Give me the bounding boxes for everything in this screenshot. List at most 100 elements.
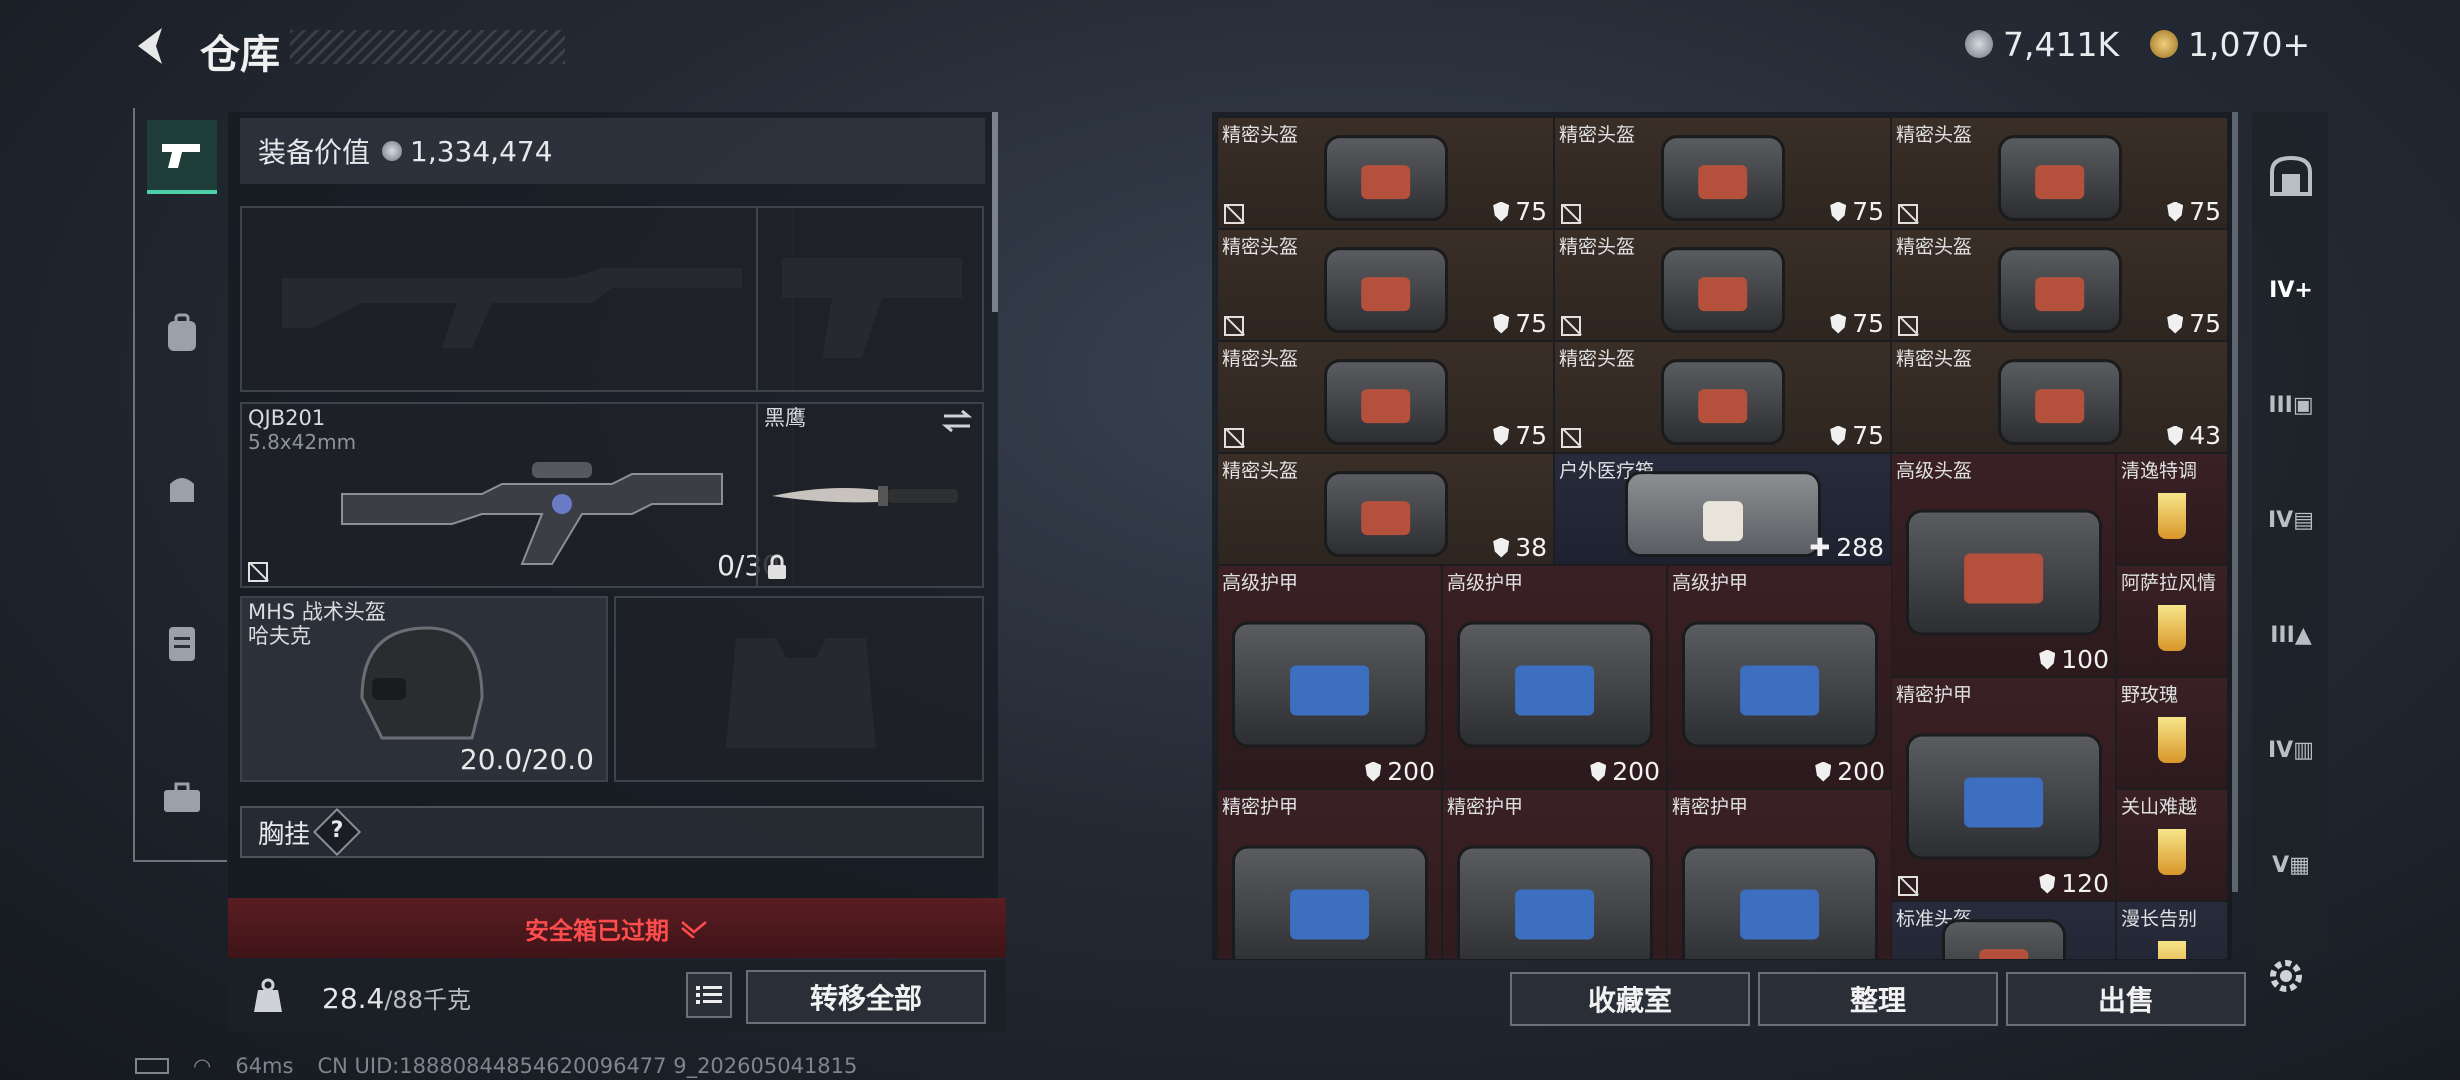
medical-cross-icon: ✚ bbox=[1809, 533, 1831, 562]
helmet-case-icon bbox=[1660, 135, 1785, 222]
melee-slot[interactable]: 黑鹰 bbox=[756, 402, 984, 588]
safe-box-banner[interactable]: 安全箱已过期 bbox=[228, 898, 1006, 958]
item-name: 精密头盔 bbox=[1896, 348, 1973, 370]
inventory-item[interactable]: 精密头盔 43 bbox=[1891, 341, 2228, 453]
item-durability: 200 bbox=[1365, 757, 1435, 786]
shield-icon bbox=[1493, 425, 1510, 446]
inventory-item[interactable]: 精密头盔 75 bbox=[1217, 229, 1554, 341]
durability-value: 43 bbox=[2189, 421, 2221, 450]
inventory-item[interactable]: 漫长告别 bbox=[2116, 901, 2228, 959]
storage-tab-iv-a[interactable]: IV ▤ bbox=[2268, 497, 2314, 543]
sidearm-slot-empty[interactable] bbox=[756, 206, 984, 392]
item-durability: ✚ 288 bbox=[1809, 533, 1884, 562]
drink-icon bbox=[2158, 716, 2186, 763]
helmet-case-icon bbox=[1323, 471, 1448, 558]
vault-icon[interactable] bbox=[2268, 152, 2314, 198]
transfer-all-button[interactable]: 转移全部 bbox=[746, 970, 986, 1024]
silver-coin-icon bbox=[1965, 30, 1993, 58]
inventory-item[interactable]: 高级护甲 200 bbox=[1442, 565, 1667, 789]
tab-chest-rig[interactable] bbox=[147, 608, 217, 678]
storage-scrollbar[interactable] bbox=[2232, 112, 2238, 892]
item-durability: 43 bbox=[2167, 421, 2221, 450]
durability-value: 200 bbox=[1612, 757, 1660, 786]
inventory-item[interactable]: 精密护甲 bbox=[1442, 789, 1667, 959]
inventory-item[interactable]: 精密头盔 75 bbox=[1554, 229, 1891, 341]
inventory-item[interactable]: 精密头盔 38 bbox=[1217, 453, 1554, 565]
help-icon[interactable]: ? bbox=[312, 807, 362, 857]
knife-icon bbox=[772, 486, 958, 506]
helmet-case-icon bbox=[1997, 247, 2122, 334]
armor-silhouette-icon bbox=[726, 638, 876, 748]
organize-button[interactable]: 整理 bbox=[1758, 972, 1998, 1026]
inventory-item[interactable]: 精密头盔 75 bbox=[1554, 117, 1891, 229]
tab-weapons[interactable] bbox=[147, 120, 217, 194]
storage-tab-iii-a[interactable]: III ▣ bbox=[2268, 382, 2314, 428]
inventory-item[interactable]: 阿萨拉风情 bbox=[2116, 565, 2228, 677]
inventory-item[interactable]: 精密护甲 120 bbox=[1891, 677, 2116, 901]
item-durability: 75 bbox=[1493, 421, 1547, 450]
collection-room-button[interactable]: 收藏室 bbox=[1510, 972, 1750, 1026]
helmet-case-icon bbox=[1997, 359, 2122, 446]
inventory-item[interactable]: 关山难越 bbox=[2116, 789, 2228, 901]
shield-icon bbox=[1590, 761, 1607, 782]
no-insurance-icon bbox=[1561, 316, 1581, 336]
tab-toolbox[interactable] bbox=[147, 763, 217, 833]
inventory-item[interactable]: 高级护甲 200 bbox=[1217, 565, 1442, 789]
shield-icon bbox=[2167, 313, 2184, 334]
inventory-item[interactable]: 精密护甲 bbox=[1217, 789, 1442, 959]
tab-bag[interactable] bbox=[147, 453, 217, 523]
weapon-name: QJB201 bbox=[248, 406, 326, 430]
item-name: 精密头盔 bbox=[1222, 348, 1299, 370]
inventory-item[interactable]: 精密头盔 75 bbox=[1554, 341, 1891, 453]
primary-weapon-slot-empty[interactable] bbox=[240, 206, 794, 392]
drink-icon bbox=[2158, 940, 2186, 959]
item-name: 精密头盔 bbox=[1559, 124, 1636, 146]
list-icon bbox=[696, 986, 722, 1004]
drink-icon bbox=[2158, 828, 2186, 875]
item-name: 清逸特调 bbox=[2121, 460, 2198, 482]
rig-icon bbox=[169, 627, 195, 661]
durability-value: 120 bbox=[2061, 869, 2109, 898]
storage-tab-v[interactable]: V ▦ bbox=[2268, 842, 2314, 888]
inventory-item[interactable]: 高级护甲 200 bbox=[1667, 565, 1892, 789]
inventory-item[interactable]: 精密头盔 75 bbox=[1217, 341, 1554, 453]
swap-icon[interactable] bbox=[940, 408, 974, 434]
shield-icon bbox=[1365, 761, 1382, 782]
no-insurance-icon bbox=[1898, 316, 1918, 336]
no-insurance-icon bbox=[1898, 204, 1918, 224]
gold-amount[interactable]: 1,070+ bbox=[2188, 25, 2310, 64]
bag-icon bbox=[170, 478, 194, 502]
storage-tab-iv-b[interactable]: IV ▥ bbox=[2268, 727, 2314, 773]
inventory-item[interactable]: 户外医疗箱 ✚ 288 bbox=[1554, 453, 1891, 565]
helmet-slot[interactable]: MHS 战术头盔 哈夫克 20.0/20.0 bbox=[240, 596, 608, 782]
helmet-case-icon bbox=[1660, 247, 1785, 334]
storage-tab-iii-b[interactable]: III ▲ bbox=[2268, 612, 2314, 658]
inventory-item[interactable]: 清逸特调 bbox=[2116, 453, 2228, 565]
item-name: 精密头盔 bbox=[1222, 124, 1299, 146]
item-durability: 200 bbox=[1590, 757, 1660, 786]
primary-weapon-slot[interactable]: QJB201 5.8x42mm 0/30 bbox=[240, 402, 794, 588]
currency-silver: 7,411K bbox=[1965, 22, 2119, 66]
inventory-item[interactable]: 高级头盔 100 bbox=[1891, 453, 2116, 677]
shield-icon bbox=[1830, 313, 1847, 334]
no-insurance-icon bbox=[1224, 316, 1244, 336]
list-view-button[interactable] bbox=[686, 972, 732, 1018]
inventory-item[interactable]: 野玫瑰 bbox=[2116, 677, 2228, 789]
storage-tab-iv-add[interactable]: IV + bbox=[2268, 267, 2314, 313]
inventory-item[interactable]: 标准头盔 bbox=[1891, 901, 2116, 959]
inventory-item[interactable]: 精密护甲 bbox=[1667, 789, 1892, 959]
item-durability: 75 bbox=[2167, 309, 2221, 338]
sell-button[interactable]: 出售 bbox=[2006, 972, 2246, 1026]
storage-grid: 精密头盔 75 精密头盔 75 精密头盔 75 精密头盔 75 精密头盔 75 精密头盔 75 精密头盔… bbox=[1217, 117, 2229, 959]
durability-value: 288 bbox=[1836, 533, 1884, 562]
inventory-item[interactable]: 精密头盔 75 bbox=[1217, 117, 1554, 229]
inventory-item[interactable]: 精密头盔 75 bbox=[1891, 229, 2228, 341]
tab-backpack[interactable] bbox=[147, 298, 217, 368]
equipment-scrollbar[interactable] bbox=[992, 112, 998, 312]
inventory-item[interactable]: 精密头盔 75 bbox=[1891, 117, 2228, 229]
item-name: 精密护甲 bbox=[1222, 796, 1299, 818]
settings-gear-icon[interactable] bbox=[2264, 954, 2308, 998]
back-arrow-icon[interactable] bbox=[132, 24, 172, 68]
armor-case-icon bbox=[1231, 621, 1428, 748]
armor-slot-empty[interactable] bbox=[614, 596, 984, 782]
